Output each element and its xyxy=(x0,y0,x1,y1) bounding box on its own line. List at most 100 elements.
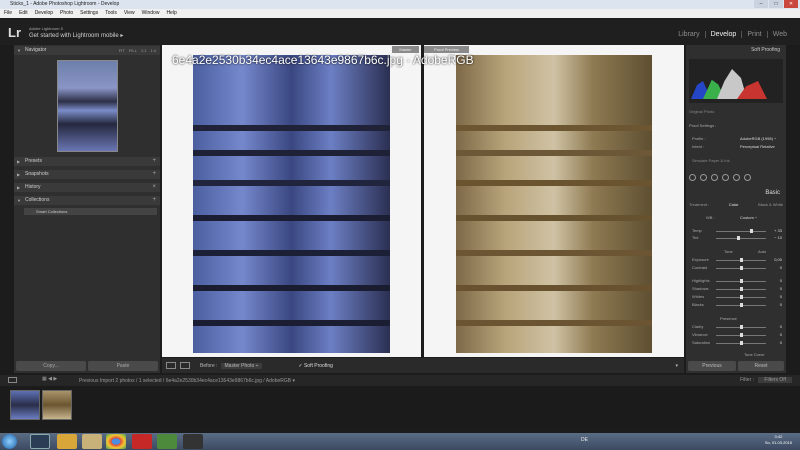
presets-header[interactable]: ▶ Presets + xyxy=(14,157,160,166)
zoom-fit[interactable]: FIT xyxy=(119,46,125,55)
add-snapshot-icon[interactable]: + xyxy=(152,170,156,179)
minimize-button[interactable]: – xyxy=(754,0,768,8)
slider-value[interactable]: 0 xyxy=(780,294,782,299)
toolbar-menu-icon[interactable]: ▾ xyxy=(675,363,678,369)
opera-taskbar-icon[interactable] xyxy=(132,434,152,449)
add-preset-icon[interactable]: + xyxy=(152,157,156,166)
navigator-preview[interactable] xyxy=(57,60,118,152)
slider-value[interactable]: 0 xyxy=(780,340,782,345)
menu-window[interactable]: Window xyxy=(142,9,160,18)
filmstrip-thumbnail[interactable] xyxy=(42,390,72,420)
wb-select[interactable]: Custom ÷ xyxy=(740,215,757,220)
slider-value[interactable]: 0 xyxy=(780,286,782,291)
chrome-taskbar-icon[interactable] xyxy=(106,434,126,449)
slider-knob[interactable] xyxy=(737,236,740,240)
graduated-filter-icon[interactable] xyxy=(722,173,729,181)
filter-select[interactable]: Filters Off xyxy=(758,377,792,383)
after-photo[interactable] xyxy=(456,55,652,353)
red-eye-icon[interactable] xyxy=(711,173,718,181)
slider-value[interactable]: 0,00 xyxy=(774,257,782,262)
loupe-view-icon[interactable] xyxy=(166,362,176,369)
slider-highlights[interactable]: Highlights 0 xyxy=(692,278,784,284)
media-taskbar-icon[interactable] xyxy=(183,434,203,449)
collections-header[interactable]: ▼ Collections + xyxy=(14,196,160,205)
module-library[interactable]: Library xyxy=(673,31,706,38)
zoom-1-4[interactable]: 1:4 xyxy=(150,46,156,55)
lightroom-taskbar-icon[interactable] xyxy=(30,434,50,449)
add-collection-icon[interactable]: + xyxy=(152,196,156,205)
menu-file[interactable]: File xyxy=(4,9,12,18)
profile-select[interactable]: AdobeRGB (1998) ÷ xyxy=(740,136,776,141)
slider-whites[interactable]: Whites 0 xyxy=(692,294,784,300)
menu-photo[interactable]: Photo xyxy=(60,9,73,18)
soft-proofing-checkbox[interactable]: ✓ Soft Proofing xyxy=(298,363,333,369)
slider-temp[interactable]: Temp + 33 xyxy=(692,228,784,234)
slider-knob[interactable] xyxy=(740,287,743,291)
app-taskbar-icon[interactable] xyxy=(157,434,177,449)
intent-options[interactable]: Perceptual Relative xyxy=(740,144,775,149)
basic-panel-header[interactable]: Basic xyxy=(686,190,786,198)
treatment-color[interactable]: Color xyxy=(729,202,739,207)
original-photo-toggle[interactable]: Original Photo xyxy=(689,109,714,114)
slider-shadows[interactable]: Shadows 0 xyxy=(692,286,784,292)
radial-filter-icon[interactable] xyxy=(733,173,740,181)
copy-settings-button[interactable]: Copy... xyxy=(16,361,86,371)
slider-saturation[interactable]: Saturation 0 xyxy=(692,340,784,346)
snapshots-header[interactable]: ▶ Snapshots + xyxy=(14,170,160,179)
simulate-paper-checkbox[interactable]: Simulate Paper & Ink xyxy=(692,158,730,163)
slider-track[interactable] xyxy=(716,238,766,239)
menu-settings[interactable]: Settings xyxy=(80,9,98,18)
slider-clarity[interactable]: Clarity 0 xyxy=(692,324,784,330)
previous-button[interactable]: Previous xyxy=(688,361,736,371)
slider-knob[interactable] xyxy=(740,333,743,337)
treatment-bw[interactable]: Black & White xyxy=(758,202,783,207)
menu-view[interactable]: View xyxy=(124,9,135,18)
before-photo[interactable] xyxy=(193,55,390,353)
zoom-fill[interactable]: FILL xyxy=(129,46,137,55)
slider-knob[interactable] xyxy=(740,341,743,345)
navigator-header[interactable]: ▼ Navigator FIT FILL 1:1 1:4 xyxy=(14,46,160,55)
mobile-promo-link[interactable]: Get started with Lightroom mobile ▸ xyxy=(29,32,123,39)
menu-edit[interactable]: Edit xyxy=(19,9,28,18)
explorer-taskbar-icon[interactable] xyxy=(57,434,77,449)
adjustment-brush-icon[interactable] xyxy=(744,173,751,181)
clear-history-icon[interactable]: × xyxy=(152,183,156,192)
before-select[interactable]: Master Photo ÷ xyxy=(220,362,263,369)
menu-develop[interactable]: Develop xyxy=(35,9,53,18)
language-indicator[interactable]: DE xyxy=(581,437,588,443)
slider-track[interactable] xyxy=(716,231,766,232)
slider-knob[interactable] xyxy=(750,229,753,233)
slider-blacks[interactable]: Blacks 0 xyxy=(692,302,784,308)
zoom-1-1[interactable]: 1:1 xyxy=(141,46,147,55)
filmstrip-thumbnail[interactable] xyxy=(10,390,40,420)
slider-knob[interactable] xyxy=(740,279,743,283)
slider-value[interactable]: − 10 xyxy=(774,235,782,240)
module-develop[interactable]: Develop xyxy=(706,31,743,38)
before-after-view-icon[interactable] xyxy=(180,362,190,369)
slider-value[interactable]: 0 xyxy=(780,324,782,329)
slider-contrast[interactable]: Contrast 0 xyxy=(692,265,784,271)
slider-knob[interactable] xyxy=(740,258,743,262)
slider-knob[interactable] xyxy=(740,266,743,270)
slider-vibrance[interactable]: Vibrance 0 xyxy=(692,332,784,338)
slider-knob[interactable] xyxy=(740,325,743,329)
menu-help[interactable]: Help xyxy=(166,9,176,18)
slider-value[interactable]: 0 xyxy=(780,265,782,270)
start-button-icon[interactable] xyxy=(2,434,17,449)
slider-value[interactable]: 0 xyxy=(780,332,782,337)
tone-curve-header[interactable]: Tone Curve xyxy=(744,352,764,357)
soft-proofing-header[interactable]: Soft Proofing xyxy=(686,47,786,53)
slider-value[interactable]: 0 xyxy=(780,302,782,307)
filmstrip-nav-icons[interactable]: ▦ ◀ ▶ xyxy=(42,376,57,382)
slider-tint[interactable]: Tint − 10 xyxy=(692,235,784,241)
slider-value[interactable]: 0 xyxy=(780,278,782,283)
slider-knob[interactable] xyxy=(740,295,743,299)
reset-button[interactable]: Reset xyxy=(738,361,784,371)
system-clock[interactable]: 3:42 So, 01.03.2015 xyxy=(765,434,792,446)
history-header[interactable]: ▶ History × xyxy=(14,183,160,192)
filmstrip-source-info[interactable]: Previous Import 2 photos / 1 selected / … xyxy=(79,378,295,384)
module-print[interactable]: Print xyxy=(742,31,768,38)
crop-tool-icon[interactable] xyxy=(689,173,696,181)
maximize-button[interactable]: □ xyxy=(769,0,783,8)
slider-knob[interactable] xyxy=(740,303,743,307)
